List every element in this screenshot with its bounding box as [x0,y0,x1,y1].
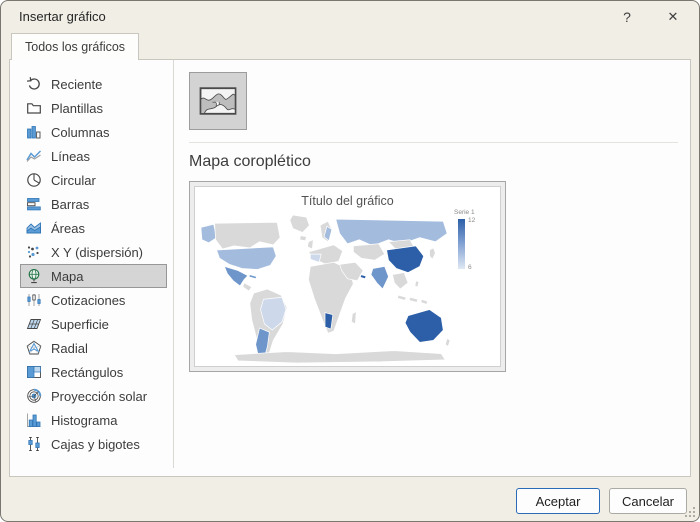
pie-chart-icon [26,172,42,188]
folder-icon [26,100,42,116]
accept-button[interactable]: Aceptar [516,488,600,514]
sidebar-item-label: Barras [51,196,90,212]
sidebar-item-label: X Y (dispersión) [51,244,144,260]
scatter-chart-icon [26,244,42,260]
bar-chart-icon [26,196,42,212]
preview-chart-title: Título del gráfico [301,194,394,208]
sunburst-chart-icon [26,388,42,404]
sidebar-item-label: Cotizaciones [51,292,126,308]
sidebar-item-cajas-y-bigotes[interactable]: Cajas y bigotes [20,432,167,456]
sidebar-item-label: Plantillas [51,100,104,116]
sidebar-item-superficie[interactable]: Superficie [20,312,167,336]
sidebar-item-histograma[interactable]: Histograma [20,408,167,432]
close-button[interactable]: ✕ [657,5,689,29]
sidebar-item-label: Superficie [51,316,109,332]
column-chart-icon [26,124,42,140]
sidebar-item-rectangulos[interactable]: Rectángulos [20,360,167,384]
chart-preview[interactable]: Título del gráfico Serie 1 12 6 [189,181,506,372]
map-legend: Serie 1 12 6 [452,209,494,271]
legend-gradient-bar [458,219,465,269]
sidebar-item-label: Áreas [51,220,85,236]
sidebar-item-areas[interactable]: Áreas [20,216,167,240]
subtype-heading: Mapa coroplético [189,153,311,170]
all-charts-panel: Reciente Plantillas Columnas Líneas Circ… [9,59,691,477]
radar-chart-icon [26,340,42,356]
recent-icon [26,76,42,92]
sidebar-item-cotizaciones[interactable]: Cotizaciones [20,288,167,312]
sidebar-item-label: Rectángulos [51,364,124,380]
tab-todos-los-graficos[interactable]: Todos los gráficos [11,33,140,60]
area-chart-icon [26,220,42,236]
sidebar-item-barras[interactable]: Barras [20,192,167,216]
sidebar-item-circular[interactable]: Circular [20,168,167,192]
help-button[interactable]: ? [611,5,643,29]
stock-chart-icon [26,292,42,308]
legend-max-value: 12 [468,217,476,224]
sidebar-item-columnas[interactable]: Columnas [20,120,167,144]
tab-strip: Todos los gráficos [1,33,699,60]
sidebar-item-label: Reciente [51,76,103,92]
dialog-footer: Aceptar Cancelar [1,477,699,521]
sidebar-item-label: Columnas [51,124,110,140]
sidebar-item-label: Radial [51,340,88,356]
chart-preview-canvas: Título del gráfico Serie 1 12 6 [194,186,501,367]
dialog-title: Insertar gráfico [19,9,106,24]
chart-detail-pane: Mapa coroplético Título del gráfico Seri… [175,60,690,476]
sidebar-item-label: Circular [51,172,96,188]
sidebar-item-label: Proyección solar [51,388,148,404]
sidebar-item-reciente[interactable]: Reciente [20,72,167,96]
cancel-button[interactable]: Cancelar [609,488,687,514]
sidebar-item-label: Histograma [51,412,118,428]
choropleth-map-icon [199,87,237,115]
chart-type-list: Reciente Plantillas Columnas Líneas Circ… [10,60,174,468]
sidebar-item-radial[interactable]: Radial [20,336,167,360]
line-chart-icon [26,148,42,164]
legend-min-value: 6 [468,264,472,271]
sidebar-item-label: Cajas y bigotes [51,436,140,452]
treemap-chart-icon [26,364,42,380]
sidebar-item-label: Líneas [51,148,91,164]
histogram-chart-icon [26,412,42,428]
insert-chart-dialog: Insertar gráfico ? ✕ Todos los gráficos … [0,0,700,522]
legend-series-label: Serie 1 [454,209,475,216]
sidebar-item-label: Mapa [51,268,84,284]
surface-chart-icon [26,316,42,332]
map-globe-icon [26,268,42,284]
sidebar-item-plantillas[interactable]: Plantillas [20,96,167,120]
section-divider [189,142,678,143]
sidebar-item-xy-dispersion[interactable]: X Y (dispersión) [20,240,167,264]
title-bar: Insertar gráfico ? ✕ [1,1,699,33]
sidebar-item-mapa[interactable]: Mapa [20,264,167,288]
choropleth-subtype-button[interactable] [189,72,247,130]
sidebar-item-lineas[interactable]: Líneas [20,144,167,168]
resize-grip[interactable] [684,506,696,518]
world-map-graphic [200,214,451,364]
boxwhisker-chart-icon [26,436,42,452]
sidebar-item-proyeccion-solar[interactable]: Proyección solar [20,384,167,408]
